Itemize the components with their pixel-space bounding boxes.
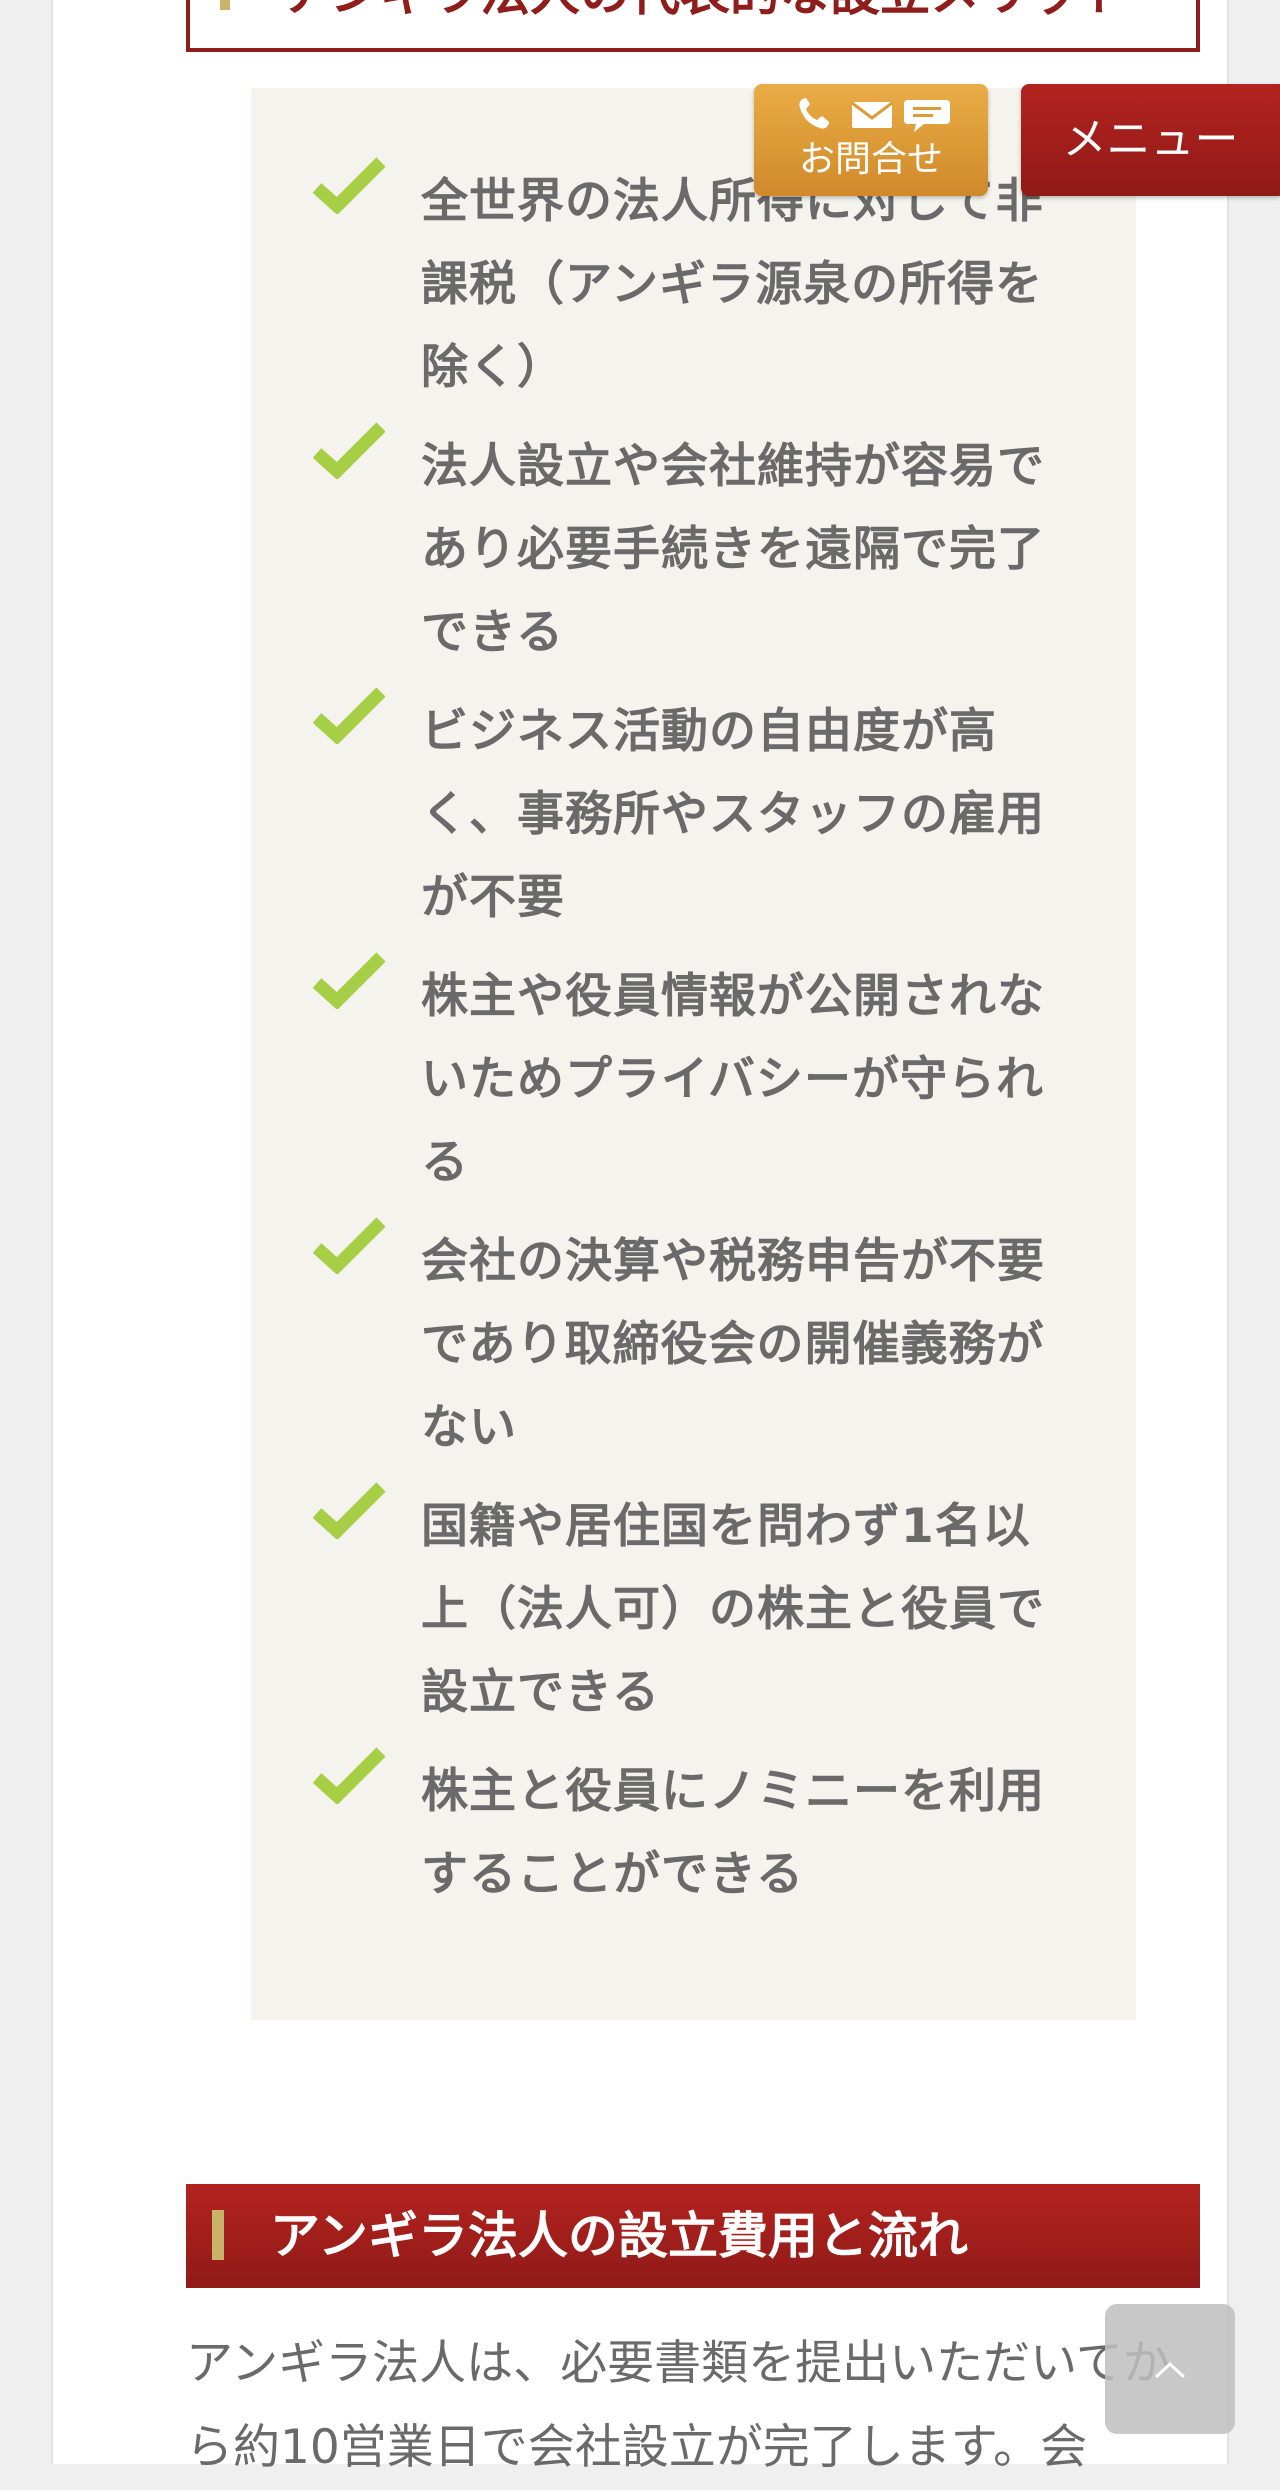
chat-icon — [904, 100, 950, 132]
chevron-up-icon — [1154, 2361, 1186, 2379]
check-icon — [313, 952, 385, 1009]
phone-icon — [799, 98, 829, 129]
merit-text: 法人設立や会社維持が容易であり必要手続きを遠隔で完了できる — [421, 439, 1045, 660]
cost-section-heading: アンギラ法人の設立費用と流れ — [186, 2184, 1200, 2288]
menu-button[interactable]: メニュー — [1021, 84, 1280, 196]
merit-text: 株主と役員にノミニーを利用することができる — [421, 1764, 1045, 1902]
heading-accent-bar — [212, 2210, 224, 2260]
merits-heading: アンギラ法人の代表的な設立メリット — [186, 0, 1200, 52]
mail-icon — [851, 101, 893, 128]
cost-section-heading-text: アンギラ法人の設立費用と流れ — [270, 2207, 968, 2265]
cost-section-body: アンギラ法人は、必要書類を提出いただいてから約10営業日で会社設立が完了します。… — [186, 2336, 1170, 2475]
check-icon — [313, 157, 385, 214]
contact-button[interactable]: お問合せ — [754, 84, 988, 196]
menu-button-label: メニュー — [1062, 114, 1239, 165]
contact-button-label: お問合せ — [798, 139, 943, 180]
merit-text: 株主や役員情報が公開されないためプライバシーが守られる — [421, 969, 1045, 1190]
merits-list: 全世界の法人所得に対して非課税（アンギラ源泉の所得を除く） 法人設立や会社維持が… — [251, 88, 1136, 2020]
contact-icons — [799, 98, 950, 132]
scroll-to-top-button[interactable] — [1105, 2304, 1235, 2434]
check-icon — [313, 1482, 385, 1539]
merit-text: 会社の決算や税務申告が不要であり取締役会の開催義務がない — [421, 1234, 1045, 1455]
merit-text: 国籍や居住国を問わず1名以上（法人可）の株主と役員で設立できる — [421, 1499, 1045, 1720]
merits-heading-text: アンギラ法人の代表的な設立メリット — [282, 0, 1130, 18]
page-content: アンギラ法人の代表的な設立メリット 全世界の法人所得に対して非課税（アンギラ源泉… — [51, 0, 1229, 2475]
merit-text: 全世界の法人所得に対して非課税（アンギラ源泉の所得を除く） — [421, 174, 1044, 395]
check-icon — [313, 1747, 385, 1804]
merit-text: ビジネス活動の自由度が高く、事務所やスタッフの雇用が不要 — [421, 704, 1045, 925]
check-icon — [313, 422, 385, 479]
check-icon — [313, 687, 385, 744]
check-icon — [313, 1217, 385, 1274]
heading-accent-bar — [220, 0, 230, 10]
